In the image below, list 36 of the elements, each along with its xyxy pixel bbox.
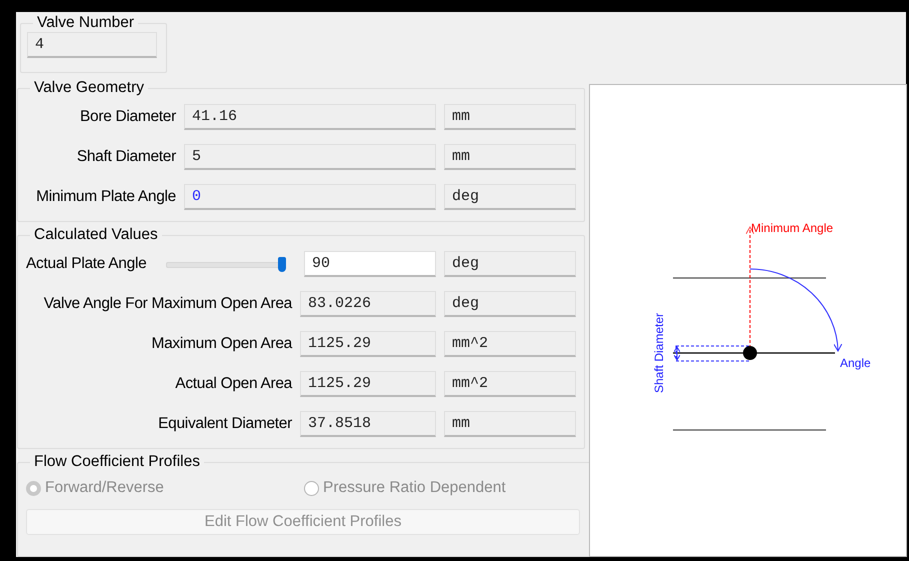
unit-field: deg [444,251,576,277]
value-field: 1125.29 [300,371,436,397]
value-field: 83.0226 [300,291,436,317]
unit-field: deg [444,291,576,317]
field-label: Shaft Diameter [76,148,176,166]
field-label: Maximum Open Area [150,335,292,353]
value-field[interactable]: 0 [184,184,436,210]
shaft-dimension-arrow [674,346,680,360]
value-field: 5 [184,144,436,170]
field-label: Actual Plate Angle [26,255,146,273]
group-title: Flow Coefficient Profiles [33,453,201,471]
group-title: Valve Geometry [33,79,145,97]
group-title: Valve Number [36,14,136,32]
unit-field: mm^2 [444,331,576,357]
value-field: 41.16 [184,104,436,130]
valve-number-field[interactable]: 4 [27,32,157,58]
unit-field: mm [444,144,576,170]
unit-field: mm [444,411,576,437]
field-label: Bore Diameter [78,108,176,126]
minimum-angle-label: Minimum Angle [751,221,834,235]
group-title: Calculated Values [33,226,159,244]
angle-slider[interactable] [166,256,286,272]
unit-field: mm^2 [444,371,576,397]
field-label: Equivalent Diameter [157,415,292,433]
pivot-dot [743,346,757,360]
shaft-diameter-label: Shaft Diameter [652,312,666,394]
unit-field: mm [444,104,576,130]
field-label: Actual Open Area [174,375,292,393]
slider-thumb[interactable] [278,256,286,272]
value-field: 37.8518 [300,411,436,437]
angle-label: Angle [840,356,871,370]
value-field: 1125.29 [300,331,436,357]
field-label: Valve Angle For Maximum Open Area [42,295,292,313]
field-label: Minimum Plate Angle [35,188,176,206]
angle-input[interactable]: 90 [304,251,436,277]
unit-field: deg [444,184,576,210]
